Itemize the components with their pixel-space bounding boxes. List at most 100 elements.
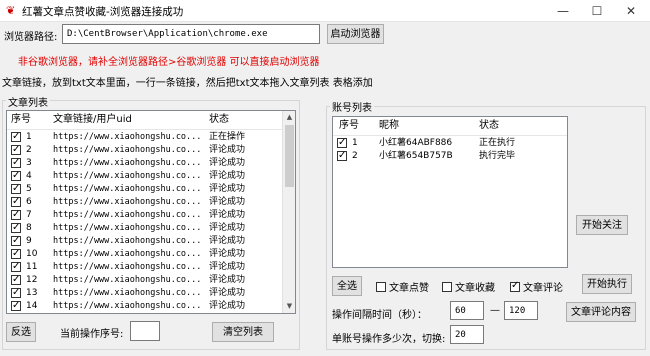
row-status: 正在执行 bbox=[479, 138, 516, 148]
row-checkbox[interactable] bbox=[11, 273, 21, 286]
browser-path-label: 浏览器路径: bbox=[4, 32, 58, 43]
row-link: https://www.xiaohongshu.co... bbox=[53, 184, 202, 194]
row-status: 评论成功 bbox=[209, 184, 246, 194]
table-row[interactable]: 11 https://www.xiaohongshu.co... 评论成功 bbox=[7, 260, 283, 274]
article-header-divider bbox=[7, 129, 295, 130]
maximize-button[interactable]: ☐ bbox=[580, 0, 614, 22]
option-collect[interactable]: 文章收藏 bbox=[442, 279, 495, 294]
row-status: 评论成功 bbox=[209, 158, 246, 168]
article-list[interactable]: 序号 文章链接/用户uid 状态 1 https://www.xiaohongsh… bbox=[6, 110, 296, 314]
option-like[interactable]: 文章点赞 bbox=[376, 279, 429, 294]
row-link: https://www.xiaohongshu.co... bbox=[53, 171, 202, 181]
article-group-title: 文章列表 bbox=[6, 94, 50, 109]
current-index-input[interactable] bbox=[130, 321, 160, 341]
row-checkbox[interactable] bbox=[11, 299, 21, 312]
article-col-link[interactable]: 文章链接/用户uid bbox=[53, 111, 132, 129]
row-checkbox[interactable] bbox=[11, 221, 21, 234]
table-row[interactable]: 3 https://www.xiaohongshu.co... 评论成功 bbox=[7, 156, 283, 170]
table-row[interactable]: 8 https://www.xiaohongshu.co... 评论成功 bbox=[7, 221, 283, 235]
table-row[interactable]: 5 https://www.xiaohongshu.co... 评论成功 bbox=[7, 182, 283, 196]
comment-checkbox[interactable] bbox=[510, 280, 520, 292]
row-no: 11 bbox=[26, 262, 38, 272]
table-row[interactable]: 1 https://www.xiaohongshu.co... 正在操作 bbox=[7, 130, 283, 144]
account-col-nick[interactable]: 昵称 bbox=[379, 117, 399, 135]
table-row[interactable]: 12 https://www.xiaohongshu.co... 评论成功 bbox=[7, 273, 283, 287]
row-status: 评论成功 bbox=[209, 145, 246, 155]
browser-warning: 非谷歌浏览器，请补全浏览器路径>谷歌浏览器 可以直接启动浏览器 bbox=[18, 57, 320, 68]
switch-label: 单账号操作多少次，切换: bbox=[332, 334, 446, 345]
select-all-button[interactable]: 全选 bbox=[332, 276, 362, 296]
row-no: 3 bbox=[26, 158, 32, 168]
row-checkbox[interactable] bbox=[11, 234, 21, 247]
account-col-no[interactable]: 序号 bbox=[339, 117, 359, 135]
switch-count-input[interactable]: 20 bbox=[450, 325, 484, 344]
interval-label: 操作间隔时间（秒）： bbox=[332, 310, 427, 321]
option-comment[interactable]: 文章评论 bbox=[510, 279, 563, 294]
clear-list-button[interactable]: 清空列表 bbox=[212, 322, 274, 342]
table-row[interactable]: 4 https://www.xiaohongshu.co... 评论成功 bbox=[7, 169, 283, 183]
row-no: 12 bbox=[26, 275, 38, 285]
table-row[interactable]: 2 小红薯654B757B 执行完毕 bbox=[333, 149, 563, 163]
row-checkbox[interactable] bbox=[11, 208, 21, 221]
row-link: https://www.xiaohongshu.co... bbox=[53, 262, 202, 272]
account-col-status[interactable]: 状态 bbox=[479, 117, 499, 135]
row-checkbox[interactable] bbox=[11, 143, 21, 156]
row-nick: 小红薯64ABF886 bbox=[379, 138, 453, 148]
row-checkbox[interactable] bbox=[337, 149, 347, 162]
table-row[interactable]: 9 https://www.xiaohongshu.co... 评论成功 bbox=[7, 234, 283, 248]
row-link: https://www.xiaohongshu.co... bbox=[53, 210, 202, 220]
table-row[interactable]: 10 https://www.xiaohongshu.co... 评论成功 bbox=[7, 247, 283, 261]
row-no: 5 bbox=[26, 184, 32, 194]
row-checkbox[interactable] bbox=[11, 130, 21, 143]
interval-min-input[interactable]: 60 bbox=[450, 301, 484, 320]
start-execute-button[interactable]: 开始执行 bbox=[582, 274, 632, 294]
scroll-down-icon[interactable]: ▼ bbox=[283, 300, 295, 313]
row-checkbox[interactable] bbox=[11, 156, 21, 169]
account-list[interactable]: 序号 昵称 状态 1 小红薯64ABF886 正在执行 2 小红薯654B757B 执行完… bbox=[332, 116, 568, 268]
article-col-no[interactable]: 序号 bbox=[11, 111, 31, 129]
row-no: 1 bbox=[352, 138, 358, 148]
app-icon: ❦ bbox=[6, 4, 16, 17]
scroll-up-icon[interactable]: ▲ bbox=[283, 111, 295, 124]
close-button[interactable]: ✕ bbox=[614, 0, 648, 22]
row-status: 评论成功 bbox=[209, 210, 246, 220]
row-no: 14 bbox=[26, 301, 38, 311]
collect-checkbox[interactable] bbox=[442, 282, 452, 292]
collect-label: 文章收藏 bbox=[455, 283, 495, 294]
table-row[interactable]: 7 https://www.xiaohongshu.co... 评论成功 bbox=[7, 208, 283, 222]
interval-dash: — bbox=[490, 305, 500, 316]
row-link: https://www.xiaohongshu.co... bbox=[53, 249, 202, 259]
article-col-status[interactable]: 状态 bbox=[209, 111, 229, 129]
row-checkbox[interactable] bbox=[11, 260, 21, 273]
row-no: 4 bbox=[26, 171, 32, 181]
row-no: 9 bbox=[26, 236, 32, 246]
row-status: 评论成功 bbox=[209, 223, 246, 233]
row-checkbox[interactable] bbox=[11, 286, 21, 299]
table-row[interactable]: 1 小红薯64ABF886 正在执行 bbox=[333, 136, 563, 150]
article-scrollbar[interactable]: ▲ ▼ bbox=[282, 111, 295, 313]
table-row[interactable]: 14 https://www.xiaohongshu.co... 评论成功 bbox=[7, 299, 283, 313]
row-checkbox[interactable] bbox=[11, 169, 21, 182]
row-checkbox[interactable] bbox=[11, 195, 21, 208]
row-no: 13 bbox=[26, 288, 38, 298]
comment-content-button[interactable]: 文章评论内容 bbox=[566, 302, 636, 322]
scroll-thumb[interactable] bbox=[285, 125, 294, 187]
table-row[interactable]: 13 https://www.xiaohongshu.co... 评论成功 bbox=[7, 286, 283, 300]
row-link: https://www.xiaohongshu.co... bbox=[53, 197, 202, 207]
row-checkbox[interactable] bbox=[337, 136, 347, 149]
row-status: 执行完毕 bbox=[479, 151, 516, 161]
start-follow-button[interactable]: 开始关注 bbox=[576, 215, 628, 235]
table-row[interactable]: 6 https://www.xiaohongshu.co... 评论成功 bbox=[7, 195, 283, 209]
minimize-button[interactable]: — bbox=[546, 0, 580, 22]
row-checkbox[interactable] bbox=[11, 247, 21, 260]
launch-browser-button[interactable]: 启动浏览器 bbox=[327, 24, 384, 44]
browser-path-input[interactable]: D:\CentBrowser\Application\chrome.exe bbox=[62, 24, 320, 44]
invert-selection-button[interactable]: 反选 bbox=[6, 322, 36, 342]
row-link: https://www.xiaohongshu.co... bbox=[53, 236, 202, 246]
row-checkbox[interactable] bbox=[11, 182, 21, 195]
interval-max-input[interactable]: 120 bbox=[504, 301, 538, 320]
table-row[interactable]: 2 https://www.xiaohongshu.co... 评论成功 bbox=[7, 143, 283, 157]
account-header-divider bbox=[333, 135, 567, 136]
row-link: https://www.xiaohongshu.co... bbox=[53, 158, 202, 168]
like-checkbox[interactable] bbox=[376, 282, 386, 292]
